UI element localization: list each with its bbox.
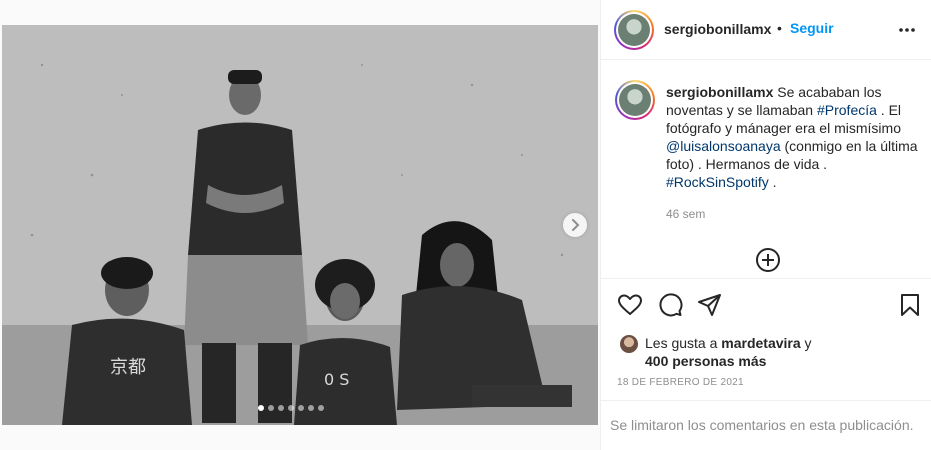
author-avatar[interactable] [614, 10, 654, 50]
carousel-dot [258, 405, 264, 411]
likes-joiner: y [800, 335, 812, 351]
carousel-dot [298, 405, 304, 411]
liker-avatar[interactable] [619, 334, 639, 354]
comment-icon[interactable] [657, 292, 683, 318]
more-horizontal-icon[interactable] [897, 22, 917, 38]
band-photo-illustration: 京都 0 S [2, 25, 598, 425]
likes-prefix: Les gusta a [645, 335, 722, 351]
comments-footer: Se limitaron los comentarios en esta pub… [601, 400, 931, 450]
section-divider [601, 278, 931, 279]
liker-username[interactable]: mardetavira [721, 335, 800, 351]
carousel-dot [278, 405, 284, 411]
header-separator: • [777, 20, 782, 36]
mention-link[interactable]: @luisalonsoanaya [666, 138, 781, 154]
plus-circle-icon[interactable] [755, 247, 781, 273]
chevron-right-icon [572, 219, 580, 231]
post-header: sergiobonillamx • Seguir [601, 0, 931, 60]
band-photo[interactable]: 京都 0 S [2, 25, 598, 425]
hashtag-link[interactable]: #RockSinSpotify [666, 174, 769, 190]
carousel-dot [318, 405, 324, 411]
caption-author-avatar[interactable] [615, 80, 655, 120]
svg-text:京都: 京都 [110, 357, 146, 378]
likes-count-link[interactable]: 400 personas más [645, 353, 766, 369]
bookmark-icon[interactable] [897, 292, 923, 318]
hashtag-link[interactable]: #Profecía [817, 102, 877, 118]
svg-text:0 S: 0 S [324, 370, 349, 389]
caption-username[interactable]: sergiobonillamx [666, 84, 773, 100]
comments-disabled-notice: Se limitaron los comentarios en esta pub… [610, 417, 914, 433]
caption-text: sergiobonillamx Se acababan los noventas… [666, 83, 922, 191]
carousel-dot [268, 405, 274, 411]
post-media: 京都 0 S [0, 0, 600, 450]
carousel-dot [308, 405, 314, 411]
follow-button[interactable]: Seguir [790, 20, 834, 36]
caption-segment: . [768, 174, 777, 190]
post-date[interactable]: 18 DE FEBRERO DE 2021 [617, 377, 744, 388]
post-action-bar [617, 292, 919, 318]
author-username[interactable]: sergiobonillamx [664, 21, 771, 37]
carousel-indicator [258, 405, 324, 411]
likes-text: Les gusta a mardetavira y 400 personas má… [645, 334, 905, 370]
next-slide-button[interactable] [563, 213, 587, 237]
heart-icon[interactable] [617, 292, 643, 318]
paper-plane-icon[interactable] [697, 292, 723, 318]
carousel-dot [288, 405, 294, 411]
post-details-panel: sergiobonillamx • Seguir sergiobonillamx… [600, 0, 931, 450]
caption-timestamp[interactable]: 46 sem [666, 207, 705, 221]
